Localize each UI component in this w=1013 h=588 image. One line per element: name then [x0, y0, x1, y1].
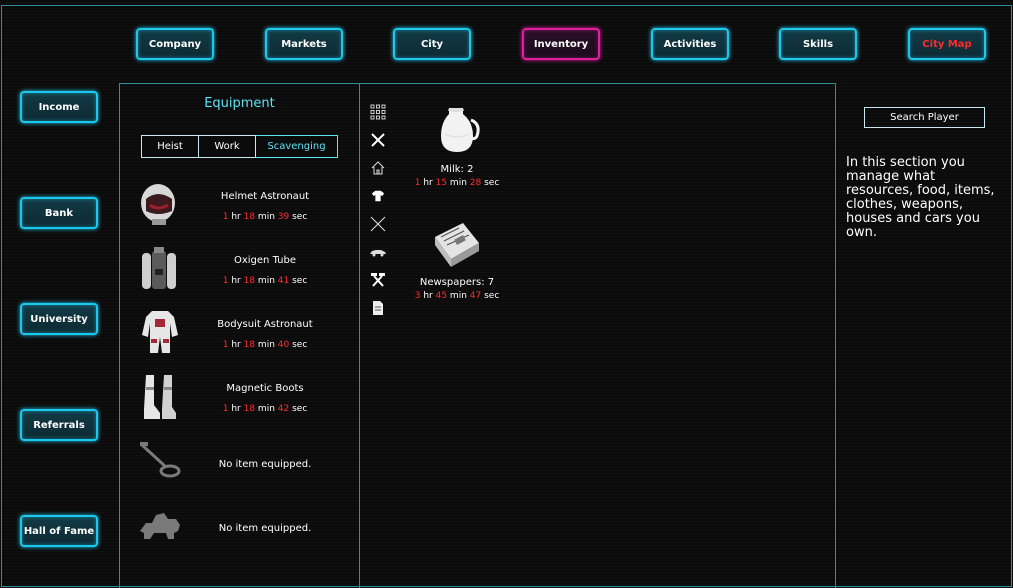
food-icon[interactable] [368, 130, 388, 150]
nav-label: Hall of Fame [23, 525, 95, 537]
section-info-text: In this section you manage what resource… [846, 155, 995, 240]
side-university-button[interactable]: University [20, 303, 98, 335]
equipment-item[interactable]: Helmet Astronaut 1 hr 18 min 39 sec [120, 181, 361, 237]
side-hall-of-fame-button[interactable]: Hall of Fame [20, 515, 98, 547]
item-name: Oxigen Tube [233, 255, 296, 266]
nav-label: Markets [281, 38, 327, 50]
equipment-item[interactable]: Oxigen Tube 1 hr 18 min 41 sec [120, 245, 361, 301]
tools-icon[interactable] [368, 270, 388, 290]
oxygen-tank-icon [142, 247, 176, 289]
item-name: Newspapers: 7 [419, 277, 495, 288]
helmet-icon [141, 184, 175, 225]
bodysuit-icon [142, 311, 178, 353]
equipment-tabs: Heist Work Scavenging [141, 135, 338, 158]
equipment-slot-empty[interactable]: No item equipped. [120, 437, 361, 493]
weapons-icon[interactable] [368, 214, 388, 234]
document-icon[interactable] [368, 298, 388, 318]
metal-detector-icon [140, 442, 181, 478]
item-name: Bodysuit Astronaut [217, 319, 313, 330]
house-icon[interactable] [368, 158, 388, 178]
equipment-item[interactable]: Magnetic Boots 1 hr 18 min 42 sec [120, 373, 361, 429]
inventory-item-newspapers[interactable]: Newspapers: 7 3 hr 45 min 47 sec [407, 217, 507, 301]
tab-work[interactable]: Work [199, 135, 256, 158]
nav-label: Bank [44, 207, 74, 219]
item-timer: 1 hr 18 min 39 sec [222, 212, 308, 222]
newspapers-icon [435, 223, 479, 267]
grid-icon[interactable] [368, 102, 388, 122]
inventory-panel: Milk: 2 1 hr 15 min 28 sec Newspapers: 7… [359, 83, 836, 588]
vehicle-silhouette-icon [140, 513, 180, 539]
equipment-title: Equipment [204, 96, 275, 111]
boots-icon [144, 375, 176, 419]
category-icons [368, 102, 390, 326]
item-name: Helmet Astronaut [220, 191, 310, 202]
nav-skills-button[interactable]: Skills [779, 28, 857, 60]
item-timer: 1 hr 15 min 28 sec [414, 178, 500, 188]
item-timer: 1 hr 18 min 41 sec [222, 276, 308, 286]
nav-label: Skills [802, 38, 834, 50]
tab-heist[interactable]: Heist [141, 135, 199, 158]
inventory-item-milk[interactable]: Milk: 2 1 hr 15 min 28 sec [407, 104, 507, 188]
nav-city-button[interactable]: City [393, 28, 471, 60]
nav-inventory-button[interactable]: Inventory [522, 28, 600, 60]
nav-label: City Map [922, 38, 972, 50]
nav-label: Inventory [533, 38, 589, 50]
empty-slot-text: No item equipped. [218, 459, 312, 470]
item-timer: 1 hr 18 min 42 sec [222, 404, 308, 414]
item-name: Milk: 2 [440, 164, 474, 175]
equipment-item[interactable]: Bodysuit Astronaut 1 hr 18 min 40 sec [120, 309, 361, 365]
nav-label: Company [148, 38, 202, 50]
side-bank-button[interactable]: Bank [20, 197, 98, 229]
search-player-button[interactable]: Search Player [864, 107, 985, 128]
nav-label: University [30, 313, 88, 325]
item-name: Magnetic Boots [226, 383, 304, 394]
side-income-button[interactable]: Income [20, 91, 98, 123]
item-timer: 3 hr 45 min 47 sec [414, 291, 500, 301]
nav-company-button[interactable]: Company [136, 28, 214, 60]
tab-scavenging[interactable]: Scavenging [256, 135, 338, 158]
nav-markets-button[interactable]: Markets [265, 28, 343, 60]
milk-jug-icon [441, 108, 480, 152]
nav-label: Activities [663, 38, 717, 50]
shirt-icon[interactable] [368, 186, 388, 206]
nav-label: Referrals [33, 419, 85, 431]
side-referrals-button[interactable]: Referrals [20, 409, 98, 441]
nav-label: Income [38, 101, 80, 113]
equipment-panel: Equipment Heist Work Scavenging Helmet A… [119, 83, 360, 588]
equipment-slot-empty[interactable]: No item equipped. [120, 501, 361, 557]
car-icon[interactable] [368, 242, 388, 262]
empty-slot-text: No item equipped. [218, 523, 312, 534]
item-timer: 1 hr 18 min 40 sec [222, 340, 308, 350]
nav-activities-button[interactable]: Activities [651, 28, 729, 60]
nav-city-map-button[interactable]: City Map [908, 28, 986, 60]
nav-label: City [420, 38, 444, 50]
